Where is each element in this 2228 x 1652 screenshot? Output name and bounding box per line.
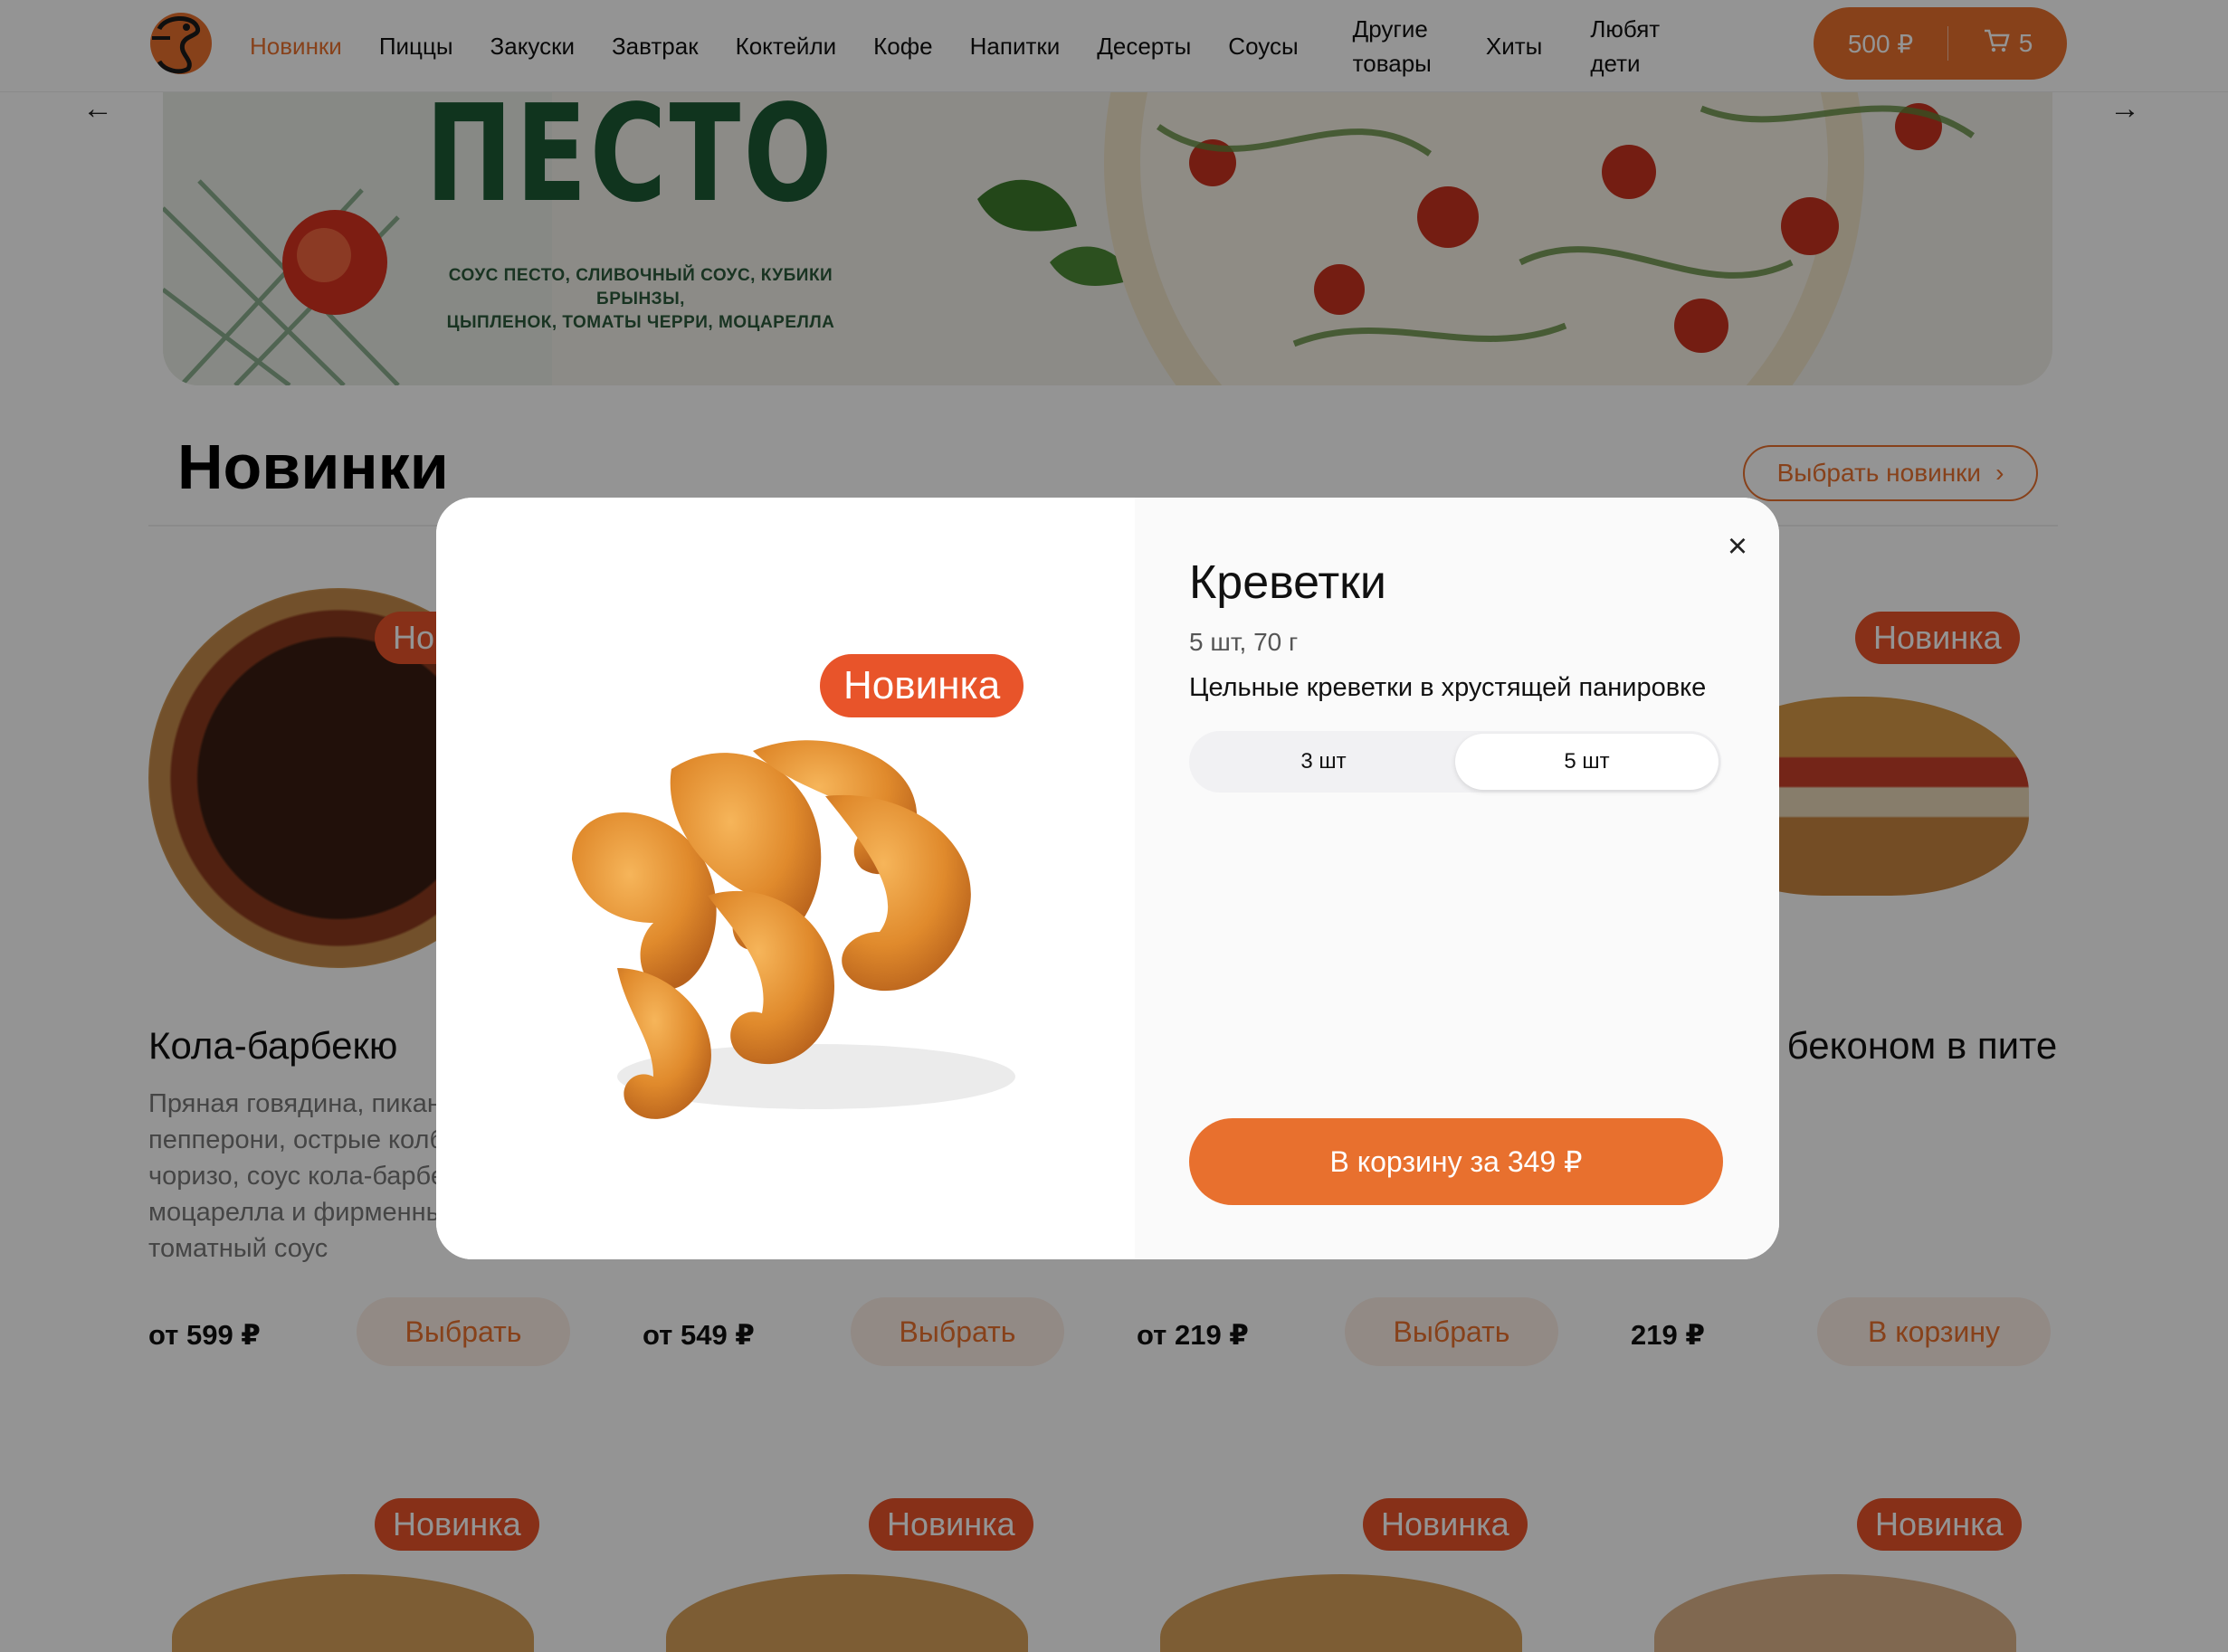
modal-description: Цельные креветки в хрустящей панировке [1189,673,1707,702]
modal-meta: 5 шт, 70 г [1189,628,1299,656]
close-icon[interactable]: × [1721,529,1754,564]
size-selector: 3 шт 5 шт [1189,731,1721,793]
product-modal: Новинка × Креветки 5 шт, 70 г Цельные кр… [436,498,1779,1259]
shrimp-image [572,740,1015,1119]
new-badge: Новинка [820,654,1024,717]
size-option-5[interactable]: 5 шт [1455,734,1719,790]
modal-title: Креветки [1189,556,1386,609]
size-option-3[interactable]: 3 шт [1192,734,1455,790]
modal-image-area: Новинка [436,498,1135,1259]
add-to-cart-button[interactable]: В корзину за 349 ₽ [1189,1118,1723,1205]
